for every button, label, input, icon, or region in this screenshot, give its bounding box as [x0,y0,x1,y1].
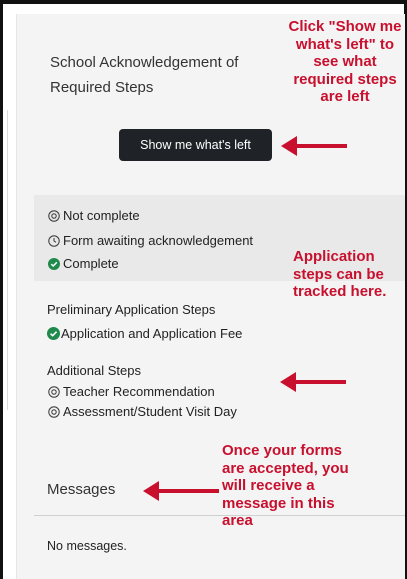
frame-top-border [0,0,407,4]
step-application-fee[interactable]: Application and Application Fee [47,325,242,342]
messages-title: Messages [47,481,116,498]
acknowledgement-title: School Acknowledgement of Required Steps [50,54,239,96]
frame-left-border [0,0,3,579]
step-assessment-visit[interactable]: Assessment/Student Visit Day [47,403,237,420]
arrow-left-icon [281,136,347,156]
arrow-left-icon [280,372,346,392]
legend-awaiting: Form awaiting acknowledgement [47,232,253,249]
check-circle-icon [47,327,60,340]
legend-not-complete: Not complete [47,207,140,224]
show-me-whats-left-button[interactable]: Show me what's left [119,129,272,161]
step-teacher-recommendation-label: Teacher Recommendation [63,384,215,399]
legend-awaiting-label: Form awaiting acknowledgement [63,233,254,248]
arrow-left-icon [143,481,219,501]
check-circle-icon [47,257,60,270]
legend-not-complete-label: Not complete [63,208,140,223]
radio-target-icon [47,405,60,418]
outer-divider [7,110,8,410]
step-application-fee-label: Application and Application Fee [61,326,243,341]
legend-complete-label: Complete [63,256,119,271]
radio-target-icon [47,209,60,222]
radio-target-icon [47,385,60,398]
clock-icon [47,234,60,247]
step-assessment-visit-label: Assessment/Student Visit Day [63,404,237,419]
step-teacher-recommendation[interactable]: Teacher Recommendation [47,383,215,400]
show-button-annotation: Click "Show me what's left" to see what … [288,18,402,105]
preliminary-steps-heading: Preliminary Application Steps [47,302,216,317]
legend-complete: Complete [47,255,119,272]
messages-annotation: Once your forms are accepted, you will r… [222,442,349,529]
additional-steps-heading: Additional Steps [47,363,141,378]
messages-empty-text: No messages. [47,539,127,553]
tracking-annotation: Application steps can be tracked here. [293,248,387,300]
